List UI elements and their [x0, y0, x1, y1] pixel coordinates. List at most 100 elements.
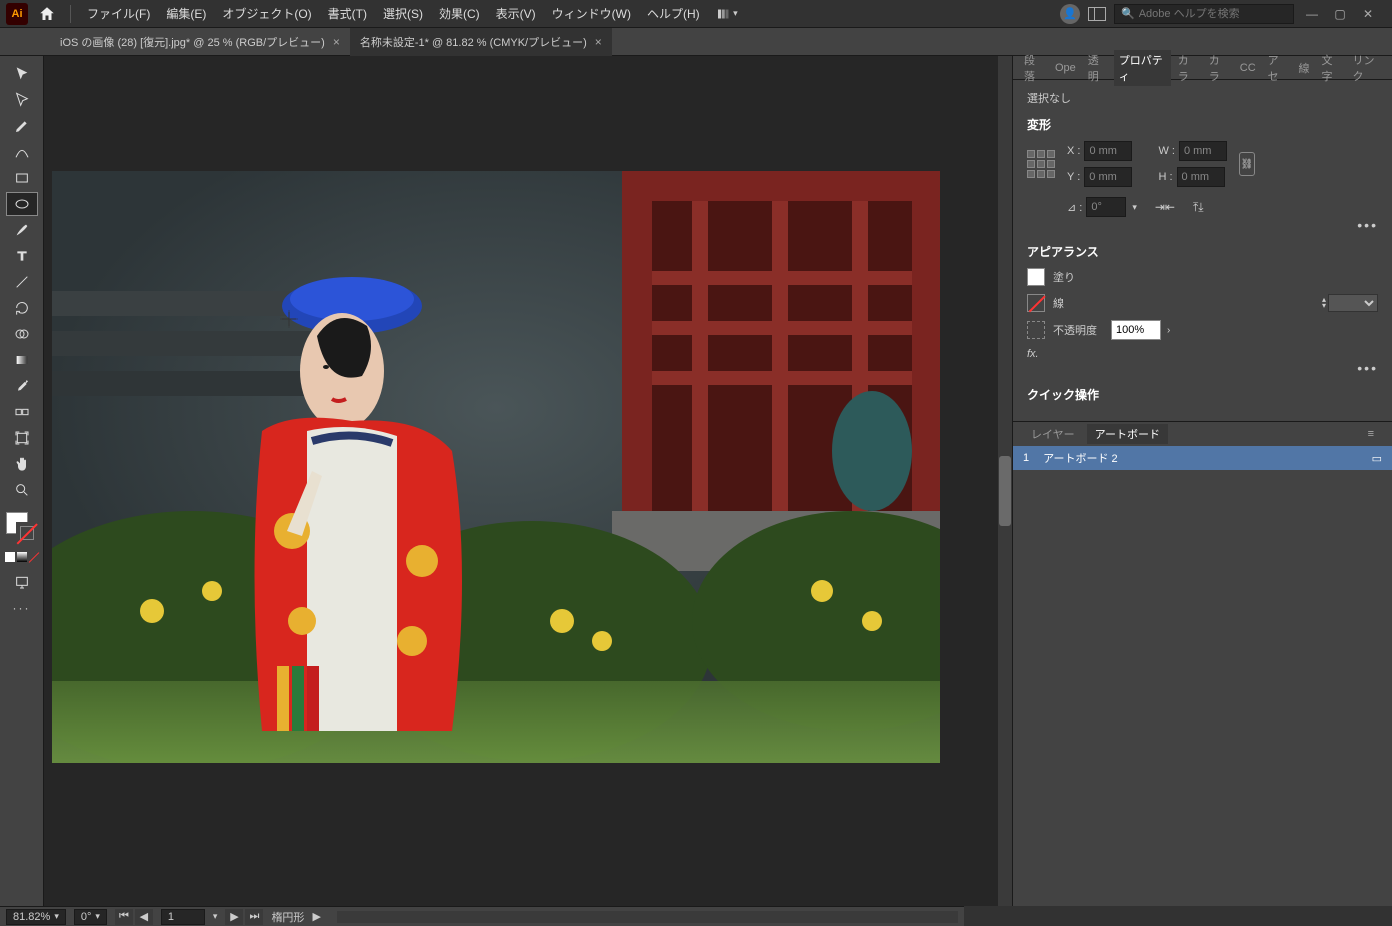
close-icon[interactable]: ×: [333, 35, 340, 49]
menu-item[interactable]: オブジェクト(O): [214, 0, 319, 28]
screen-mode-tool[interactable]: [6, 570, 38, 594]
selection-status: 選択なし: [1027, 90, 1378, 106]
fx-label[interactable]: fx.: [1027, 348, 1378, 360]
curvature-tool[interactable]: [6, 140, 38, 164]
angle-label: ⊿ :: [1067, 201, 1082, 214]
eyedropper-tool[interactable]: [6, 374, 38, 398]
panel-tab[interactable]: Ope: [1050, 60, 1081, 76]
workspace-switcher-icon[interactable]: ▾: [718, 6, 738, 22]
fill-swatch-small[interactable]: [1027, 268, 1045, 286]
selection-tool[interactable]: [6, 62, 38, 86]
menu-item[interactable]: ヘルプ(H): [639, 0, 708, 28]
rotate-tool[interactable]: [6, 296, 38, 320]
edit-toolbar[interactable]: ···: [6, 596, 38, 620]
ellipse-tool[interactable]: [6, 192, 38, 216]
gradient-tool[interactable]: [6, 348, 38, 372]
stroke-weight-select[interactable]: [1328, 294, 1378, 312]
current-tool-label: 楕円形: [271, 909, 304, 925]
hand-tool[interactable]: [6, 452, 38, 476]
w-input[interactable]: [1179, 141, 1227, 161]
document-tab[interactable]: 名称未設定-1* @ 81.82 % (CMYK/プレビュー)×: [350, 28, 612, 56]
menu-item[interactable]: 選択(S): [375, 0, 431, 28]
artboard-list-item[interactable]: 1 アートボード 2 ▭: [1013, 446, 1392, 470]
nav-prev-icon[interactable]: ◀: [135, 909, 153, 925]
opacity-label: 不透明度: [1053, 322, 1097, 338]
user-icon[interactable]: 👤: [1060, 4, 1080, 24]
stroke-swatch[interactable]: [16, 522, 38, 544]
mode-color[interactable]: [5, 552, 15, 562]
artboard-options-icon[interactable]: ▭: [1372, 452, 1382, 465]
angle-input[interactable]: [1086, 197, 1126, 217]
right-panel-dock: 段落Ope透明プロパティカラカラCCアセ線文字リンク 選択なし 変形 X : W…: [1012, 56, 1392, 906]
zoom-field[interactable]: 81.82%▾: [6, 909, 66, 925]
fill-stroke-swatches[interactable]: [6, 512, 38, 544]
artboard-nav: ⏮ ◀: [115, 909, 153, 925]
link-wh-icon[interactable]: ⛓: [1239, 152, 1255, 176]
stroke-swatch-small[interactable]: [1027, 294, 1045, 312]
arrange-icon[interactable]: [1088, 7, 1106, 21]
h-input[interactable]: [1177, 167, 1225, 187]
maximize-button[interactable]: ▢: [1330, 5, 1350, 23]
flip-v-icon[interactable]: ⤒⤓: [1193, 200, 1204, 215]
transform-more[interactable]: •••: [1027, 217, 1378, 233]
rectangle-tool[interactable]: [6, 166, 38, 190]
panel-tab[interactable]: CC: [1235, 60, 1261, 76]
panel-tab[interactable]: 線: [1293, 58, 1314, 78]
canvas[interactable]: [44, 56, 1012, 906]
mode-gradient[interactable]: [17, 552, 27, 562]
opacity-flyout-icon[interactable]: ›: [1167, 325, 1170, 336]
placed-image: [52, 171, 940, 763]
pen-tool[interactable]: [6, 114, 38, 138]
artboard-tool[interactable]: [6, 426, 38, 450]
help-search-input[interactable]: [1139, 8, 1287, 20]
menu-item[interactable]: ファイル(F): [79, 0, 158, 28]
menu-item[interactable]: ウィンドウ(W): [544, 0, 639, 28]
panel-menu-icon[interactable]: ≡: [1360, 426, 1382, 442]
y-input[interactable]: [1084, 167, 1132, 187]
vertical-scrollbar[interactable]: [998, 56, 1012, 906]
opacity-icon: [1027, 321, 1045, 339]
stroke-weight-stepper[interactable]: ▴▾: [1322, 297, 1326, 309]
home-icon[interactable]: [38, 5, 56, 23]
line-tool[interactable]: [6, 270, 38, 294]
help-search[interactable]: 🔍: [1114, 4, 1294, 24]
artboard-panel: レイヤー アートボード ≡ 1 アートボード 2 ▭: [1013, 421, 1392, 906]
horizontal-scrollbar[interactable]: [337, 911, 958, 923]
artboard-nav-2: ▶ ⏭: [225, 909, 263, 925]
paintbrush-tool[interactable]: [6, 218, 38, 242]
close-icon[interactable]: ×: [595, 35, 602, 49]
search-icon: 🔍: [1121, 7, 1135, 20]
tab-layers[interactable]: レイヤー: [1023, 424, 1083, 444]
rotate-field[interactable]: 0°▾: [74, 909, 107, 925]
main-area: ···: [0, 56, 1392, 906]
menu-item[interactable]: 効果(C): [431, 0, 488, 28]
appearance-more[interactable]: •••: [1027, 360, 1378, 376]
blend-tool[interactable]: [6, 400, 38, 424]
opacity-input[interactable]: [1111, 320, 1161, 340]
app-logo: Ai: [6, 3, 28, 25]
nav-last-icon[interactable]: ⏭: [245, 909, 263, 925]
reference-point-grid[interactable]: [1027, 150, 1055, 178]
flip-h-icon[interactable]: ⇥⇤: [1155, 200, 1175, 214]
tab-artboards[interactable]: アートボード: [1087, 424, 1168, 444]
artboard-number-field[interactable]: 1: [161, 909, 205, 925]
type-tool[interactable]: [6, 244, 38, 268]
artboard-dropdown-icon[interactable]: ▾: [213, 911, 218, 922]
status-flyout-icon[interactable]: ▶: [312, 910, 320, 923]
document-tab[interactable]: iOS の画像 (28) [復元].jpg* @ 25 % (RGB/プレビュー…: [50, 28, 350, 56]
menu-item[interactable]: 書式(T): [320, 0, 375, 28]
menu-item[interactable]: 表示(V): [488, 0, 544, 28]
panel-tab-strip: 段落Ope透明プロパティカラカラCCアセ線文字リンク: [1013, 56, 1392, 80]
x-input[interactable]: [1084, 141, 1132, 161]
minimize-button[interactable]: —: [1302, 5, 1322, 23]
nav-next-icon[interactable]: ▶: [225, 909, 243, 925]
statusbar: 81.82%▾ 0°▾ ⏮ ◀ 1 ▾ ▶ ⏭ 楕円形 ▶: [0, 906, 964, 926]
direct-selection-tool[interactable]: [6, 88, 38, 112]
close-button[interactable]: ✕: [1358, 5, 1378, 23]
menu-item[interactable]: 編集(E): [158, 0, 214, 28]
shape-builder-tool[interactable]: [6, 322, 38, 346]
nav-first-icon[interactable]: ⏮: [115, 909, 133, 925]
mode-none[interactable]: [29, 552, 39, 562]
zoom-tool[interactable]: [6, 478, 38, 502]
stroke-label: 線: [1053, 295, 1064, 311]
